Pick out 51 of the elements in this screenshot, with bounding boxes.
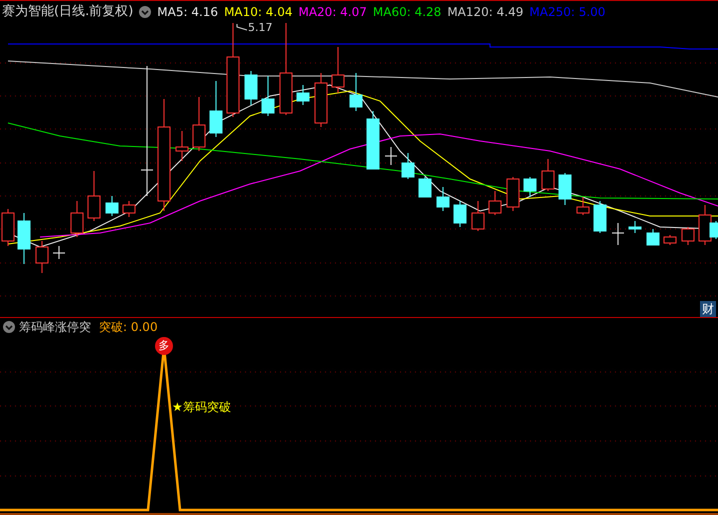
candlestick: [176, 130, 188, 162]
candlestick: [52, 246, 66, 260]
candlestick: [192, 96, 206, 152]
moving-average-legend: MA5: 4.16: [157, 3, 218, 21]
finance-badge[interactable]: 财: [700, 301, 716, 317]
moving-average-legend: MA250: 5.00: [529, 3, 606, 21]
candlestick: [524, 176, 536, 198]
candlestick: [70, 200, 84, 238]
candlestick: [646, 228, 660, 246]
candlestick: [506, 176, 520, 212]
candlestick: [664, 234, 676, 246]
candlestick: [612, 222, 624, 246]
moving-average-legend: MA20: 4.07: [298, 3, 367, 21]
candlestick: [350, 72, 362, 112]
chevron-down-icon[interactable]: [3, 321, 15, 333]
leader-line: [236, 23, 248, 31]
indicator-name: 筹码峰涨停突: [19, 319, 91, 336]
indicator-value: 突破: 0.00: [99, 319, 158, 336]
chart-title: 赛为智能(日线.前复权): [2, 3, 134, 22]
candlestick: [122, 200, 136, 218]
candlestick: [366, 110, 380, 170]
candlestick: [488, 190, 502, 216]
candlestick: [18, 212, 30, 264]
candlestick: [542, 158, 554, 192]
candlestick: [244, 70, 258, 106]
candlestick: [36, 240, 48, 274]
candlestick: [296, 84, 310, 106]
candlestick: [88, 170, 100, 222]
candlestick: [558, 172, 572, 206]
candlestick: [594, 200, 606, 234]
candlestick: [454, 200, 466, 228]
candlestick: [314, 72, 328, 128]
candlestick: [262, 76, 274, 116]
candlestick: [472, 200, 484, 232]
signal-label: ★筹码突破: [172, 399, 231, 416]
candlestick: [436, 186, 450, 212]
candlestick: [682, 226, 694, 246]
moving-average-legend: MA120: 4.49: [447, 3, 524, 21]
candlestick: [210, 80, 222, 138]
signal-badge: 多: [155, 337, 173, 355]
candlestick: [332, 46, 344, 94]
moving-average-legend: MA10: 4.04: [224, 3, 292, 21]
candlestick: [418, 176, 432, 198]
moving-average-legend: MA60: 4.28: [372, 3, 442, 21]
candlestick: [628, 220, 642, 234]
chevron-down-icon[interactable]: [139, 6, 152, 18]
candlestick: [576, 196, 590, 216]
candlestick: [384, 146, 398, 166]
high-price-label: 5.17: [248, 20, 272, 36]
candlestick: [402, 152, 414, 180]
candlestick: [106, 196, 118, 216]
